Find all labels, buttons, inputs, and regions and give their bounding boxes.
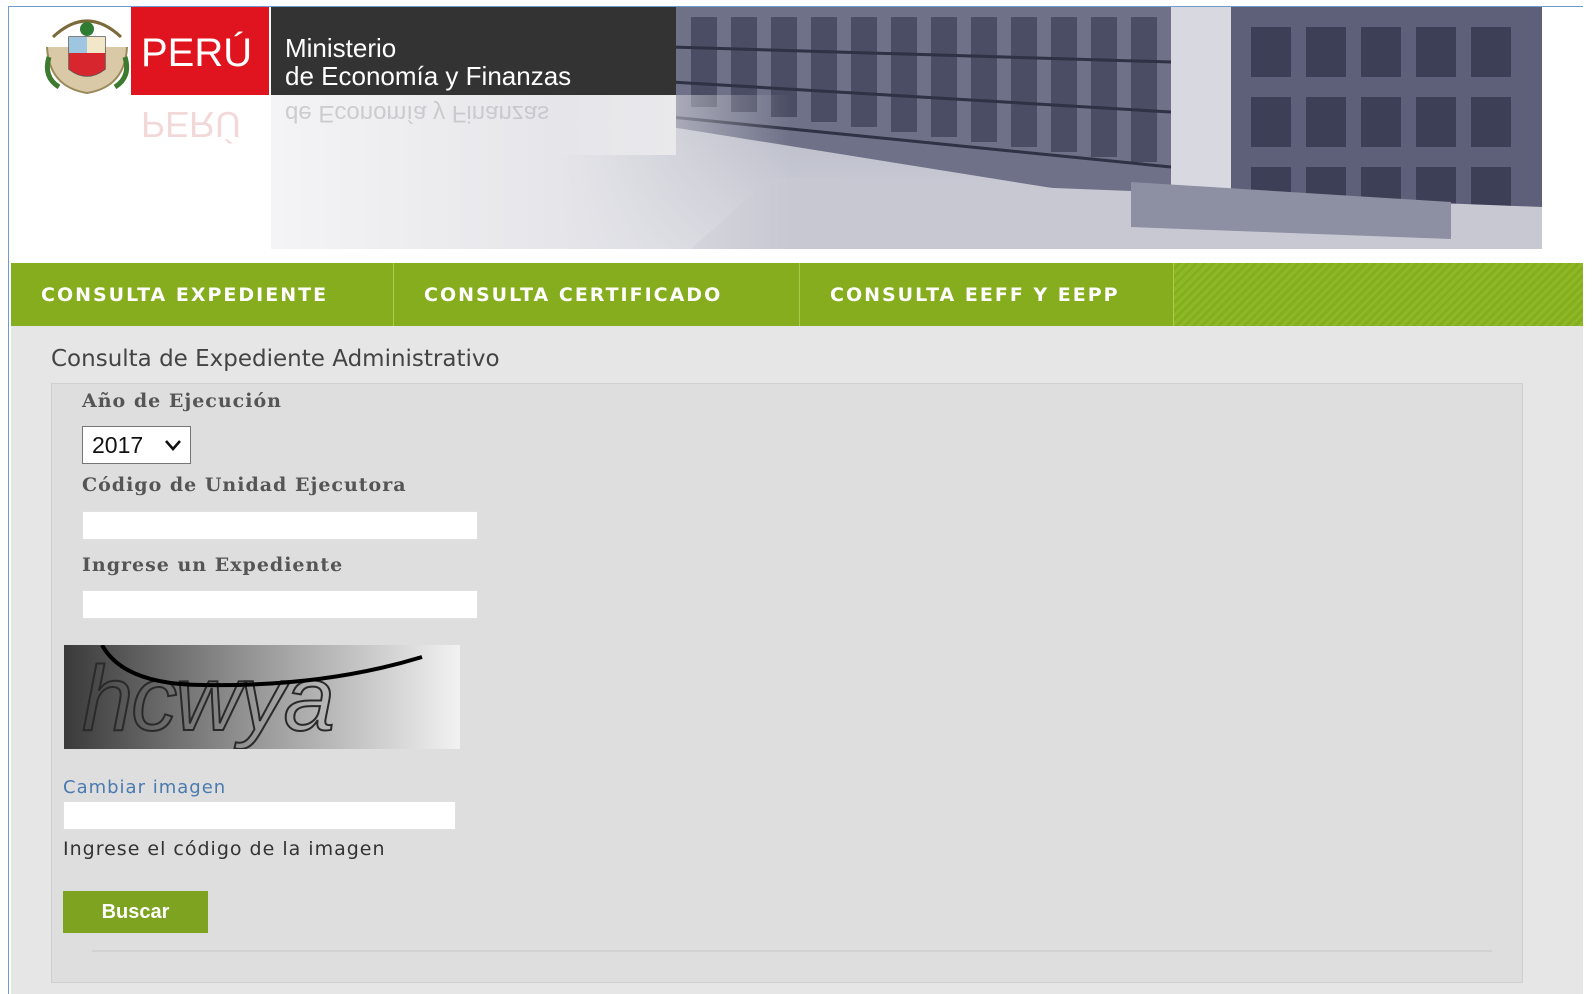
captcha-hint: Ingrese el código de la imagen — [63, 838, 386, 860]
expediente-input[interactable] — [82, 590, 478, 619]
captcha-input[interactable] — [63, 801, 456, 830]
panel-divider — [92, 950, 1492, 952]
unit-code-label: Código de Unidad Ejecutora — [82, 474, 407, 496]
year-select-value: 2017 — [92, 431, 144, 458]
nav-consulta-eeff-eepp[interactable]: CONSULTA EEFF Y EEPP — [800, 263, 1174, 326]
main-content: Consulta de Expediente Administrativo Añ… — [11, 326, 1583, 994]
captcha-image: hcwya — [64, 645, 460, 749]
search-button[interactable]: Buscar — [63, 891, 208, 933]
search-form-panel: Año de Ejecución 2017 Código de Unidad E… — [51, 383, 1523, 983]
year-select[interactable]: 2017 — [82, 426, 191, 464]
page-title: Consulta de Expediente Administrativo — [51, 346, 500, 372]
nav-consulta-certificado[interactable]: CONSULTA CERTIFICADO — [394, 263, 800, 326]
year-label: Año de Ejecución — [82, 390, 282, 412]
country-name: PERÚ — [141, 31, 253, 75]
chevron-down-icon — [165, 440, 181, 451]
unit-code-input[interactable] — [82, 511, 478, 540]
country-name-reflection: PERÚ — [141, 104, 242, 145]
main-navigation: CONSULTA EXPEDIENTE CONSULTA CERTIFICADO… — [11, 263, 1583, 326]
change-captcha-link[interactable]: Cambiar imagen — [63, 777, 226, 798]
ministry-name-reflection: de Economía y Finanzas — [285, 100, 550, 127]
page-frame: PERÚ Ministerio de Economía y Finanzas d… — [8, 6, 1583, 994]
nav-consulta-expediente[interactable]: CONSULTA EXPEDIENTE — [11, 263, 394, 326]
captcha-noise-line — [100, 645, 423, 688]
site-header: PERÚ Ministerio de Economía y Finanzas d… — [9, 7, 1583, 259]
ministry-name-line1: Ministerio — [285, 33, 397, 63]
expediente-label: Ingrese un Expediente — [82, 554, 344, 576]
ministry-name-line2: de Economía y Finanzas — [285, 61, 572, 91]
peru-coat-of-arms-icon — [39, 7, 135, 97]
